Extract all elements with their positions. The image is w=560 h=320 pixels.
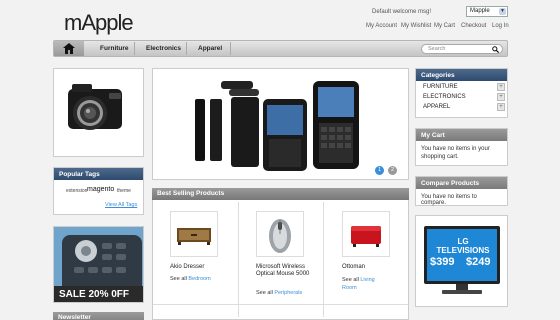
nav-item-furniture[interactable]: Furniture: [100, 45, 129, 52]
search-input[interactable]: Search: [421, 44, 503, 54]
nav-divider: [186, 42, 187, 55]
best-selling-title: Best Selling Products: [152, 188, 409, 200]
slider-page-1[interactable]: 1: [375, 166, 384, 175]
product-divider: [323, 202, 324, 317]
tv-price-2: $249: [466, 256, 491, 268]
store-select-value: Mapple: [470, 8, 490, 14]
nav-item-apparel[interactable]: Apparel: [198, 45, 222, 52]
link-checkout[interactable]: Checkout: [461, 23, 486, 29]
tv-ad-banner[interactable]: LG TELEVISIONS $399 $249: [415, 215, 508, 307]
product-name-wireless-mouse[interactable]: Microsoft Wireless Optical Mouse 5000: [256, 264, 322, 278]
expand-apparel-icon[interactable]: +: [497, 103, 505, 111]
product-seeall-ottoman: See all Living Room: [342, 276, 382, 292]
nav-item-electronics[interactable]: Electronics: [146, 45, 181, 52]
product-name-ottoman[interactable]: Ottoman: [342, 264, 406, 271]
nav-divider: [134, 42, 135, 55]
expand-electronics-icon[interactable]: +: [497, 93, 505, 101]
my-cart-title: My Cart: [416, 129, 507, 141]
cart-empty-text: You have no items in your shopping cart.: [421, 146, 490, 160]
home-button[interactable]: [54, 41, 84, 56]
tv-price-1: $399: [430, 256, 455, 268]
category-link-bedroom[interactable]: Bedroom: [188, 276, 210, 282]
chevron-down-icon: ▼: [499, 8, 506, 15]
expand-furniture-icon[interactable]: +: [497, 83, 505, 91]
product-name-akio-dresser[interactable]: Akio Dresser: [170, 264, 234, 271]
see-all-label: See all: [256, 290, 273, 296]
link-my-account[interactable]: My Account: [366, 23, 397, 29]
product-slider[interactable]: 1 2: [152, 68, 409, 180]
link-log-in[interactable]: Log In: [492, 23, 509, 29]
categories-title: Categories: [416, 69, 507, 81]
search-icon[interactable]: [492, 46, 499, 53]
product-divider: [238, 202, 239, 317]
category-electronics[interactable]: ELECTRONICS: [423, 94, 466, 100]
mouse-image: [269, 219, 291, 253]
product-seeall-akio-dresser: See all Bedroom: [170, 276, 211, 282]
compare-products-box: Compare Products You have no items to co…: [415, 176, 508, 206]
ottoman-image: [351, 226, 381, 247]
slider-page-2[interactable]: 2: [388, 166, 397, 175]
welcome-message: Default welcome msg!: [372, 9, 432, 15]
product-image-wireless-mouse[interactable]: [256, 211, 304, 257]
see-all-label: See all: [342, 277, 359, 283]
tag-magento[interactable]: magento: [87, 186, 114, 193]
home-icon: [63, 43, 75, 54]
see-all-label: See all: [170, 276, 187, 282]
dresser-image: [177, 228, 211, 245]
category-link-peripherals[interactable]: Peripherals: [274, 290, 302, 296]
link-my-cart[interactable]: My Cart: [434, 23, 455, 29]
view-all-tags-link[interactable]: View All Tags: [105, 202, 137, 208]
tag-theme[interactable]: theme: [117, 188, 131, 194]
newsletter-title: Newsletter: [53, 312, 144, 320]
camera-image: [68, 84, 122, 130]
product-seeall-wireless-mouse: See all Peripherals: [256, 290, 302, 296]
featured-camera-image[interactable]: [53, 68, 144, 157]
my-cart-box: My Cart You have no items in your shoppi…: [415, 128, 508, 166]
category-furniture[interactable]: FURNITURE: [423, 84, 458, 90]
categories-box: Categories: [415, 68, 508, 118]
sale-promo-banner[interactable]: SALE 20% 0FF: [53, 226, 144, 303]
search-placeholder: Search: [428, 46, 446, 52]
tv-ad-title: LG TELEVISIONS: [436, 237, 490, 255]
compare-title: Compare Products: [416, 177, 507, 189]
nav-divider: [230, 42, 231, 55]
product-image-akio-dresser[interactable]: [170, 211, 218, 257]
store-select[interactable]: Mapple ▼: [466, 6, 508, 17]
compare-empty-text: You have no items to compare.: [421, 194, 477, 206]
category-apparel[interactable]: APPAREL: [423, 104, 450, 110]
sale-text: SALE 20% 0FF: [54, 286, 143, 302]
product-image-ottoman[interactable]: [342, 211, 390, 257]
phones-slide-image: [195, 81, 359, 171]
site-logo[interactable]: mApple: [64, 10, 134, 36]
popular-tags-title: Popular Tags: [54, 168, 143, 180]
product-row-divider: [153, 304, 408, 305]
link-my-wishlist[interactable]: My Wishlist: [401, 23, 431, 29]
tag-extension[interactable]: extension: [66, 188, 87, 194]
